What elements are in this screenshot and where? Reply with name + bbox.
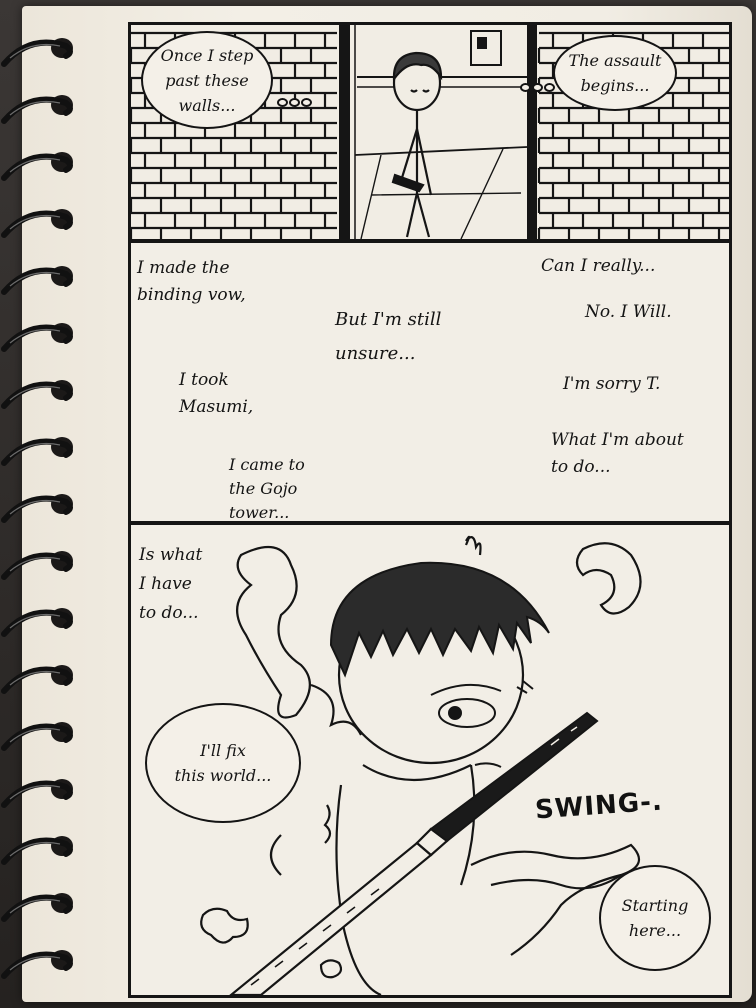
narration-no-i-will: No. I Will. — [585, 302, 672, 322]
speech-text: Once I step past these walls... — [160, 45, 254, 115]
speech-bubble-assault-begins: The assault begins... — [553, 35, 677, 111]
thought-dot — [520, 83, 531, 92]
speech-bubble-fix-world: I'll fix this world... — [145, 703, 301, 823]
thought-dot — [532, 83, 543, 92]
speech-text: The assault begins... — [568, 51, 662, 95]
speech-bubble-starting-here: Starting here... — [599, 865, 711, 971]
thought-dot — [289, 98, 300, 107]
panel-middle: I made the binding vow, But I'm still un… — [128, 240, 732, 524]
panel-bottom: Is what I have to do... I'll fix this wo… — [128, 522, 732, 998]
speech-text: I'll fix this world... — [174, 741, 272, 785]
panel-top: Once I step past these walls... The assa… — [128, 22, 732, 242]
narration-is-what: Is what I have to do... — [139, 545, 203, 623]
narration-took-masumi: I took Masumi, — [179, 370, 254, 417]
thought-dot — [544, 83, 555, 92]
speech-text: Starting here... — [621, 896, 689, 940]
narration-sorry-t: I'm sorry T. — [563, 374, 661, 394]
thought-dot — [277, 98, 288, 107]
thought-dot — [301, 98, 312, 107]
narration-gojo-tower: I came to the Gojo tower... — [229, 455, 305, 522]
narration-still-unsure: But I'm still unsure... — [335, 309, 442, 364]
narration-can-i-really: Can I really... — [541, 256, 656, 276]
speech-bubble-once-i-step: Once I step past these walls... — [141, 31, 273, 129]
spiral-binding-icon — [1, 38, 73, 979]
narration-binding-vow: I made the binding vow, — [137, 258, 246, 305]
narration-what-im-about: What I'm about to do... — [551, 430, 684, 477]
